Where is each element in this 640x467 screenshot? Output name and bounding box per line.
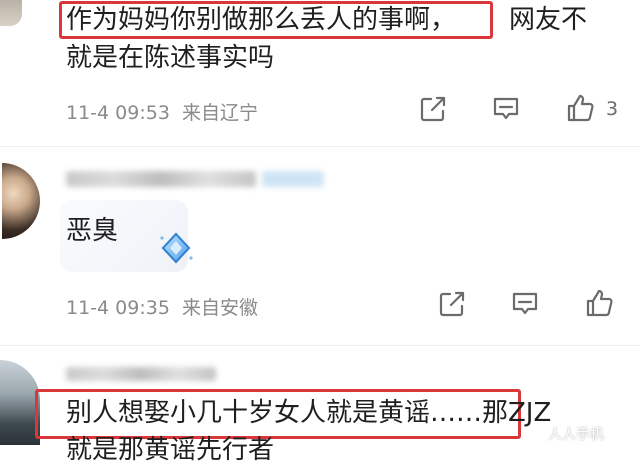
comment-1-highlighted-text: 作为妈妈你别做那么丢人的事啊， [66,5,457,35]
comment-time: 11-4 09:53 [66,102,170,124]
comment-1-text-line-2: 就是在陈述事实吗 [66,43,275,73]
avatar-partial[interactable] [0,0,22,26]
share-icon[interactable] [438,290,466,318]
comment-2-meta: 11-4 09:35 来自安徽 [66,293,258,320]
comment-3-highlighted-text: 别人想娶小几十岁女人就是黄谣……那ZJZ [66,398,552,428]
user-badge [262,171,324,187]
avatar[interactable] [0,360,40,445]
comment-location: 来自安徽 [181,297,258,319]
comment-location: 来自辽宁 [181,102,258,124]
comment-1-text-continued: 网友不 [509,5,588,35]
comment-time: 11-4 09:35 [66,297,170,319]
like-icon[interactable] [584,288,614,318]
comment-1-meta: 11-4 09:53 来自辽宁 [66,98,258,125]
comment-2-text: 恶臭 [66,216,119,246]
share-icon[interactable] [419,95,447,123]
diamond-sticker-icon [160,232,193,264]
like-icon[interactable] [565,93,595,123]
like-count: 3 [606,98,619,120]
username-redacted[interactable] [66,171,256,187]
username-redacted[interactable] [66,367,216,381]
comment-icon[interactable] [511,290,539,318]
divider [0,146,640,147]
comment-3-text-line-2: 就是那黄谣先行者 [66,435,275,465]
avatar[interactable] [2,163,40,239]
divider [0,345,640,346]
comment-icon[interactable] [492,95,520,123]
watermark: 人人手机 [548,427,604,443]
